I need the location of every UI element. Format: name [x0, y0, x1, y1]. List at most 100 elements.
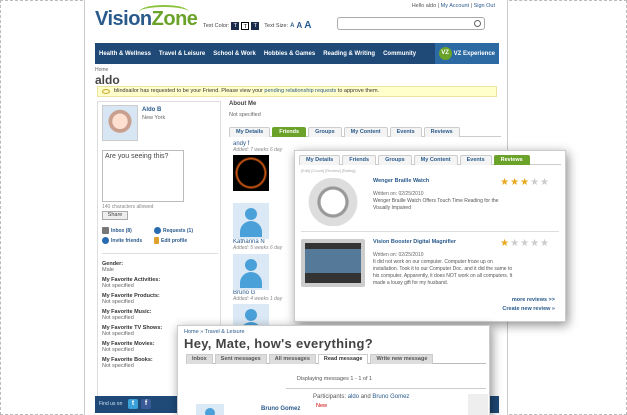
- reviews-meta: [Edit] [Count] [Review] [Rating]: [301, 168, 356, 173]
- share-button[interactable]: Share: [102, 211, 128, 220]
- char-count: 140 characters allowed: [102, 204, 154, 210]
- tab-my-details[interactable]: My Details: [299, 155, 341, 165]
- top-links: Hello aldo | My Account | Sign Out: [411, 3, 495, 9]
- tab-friends[interactable]: Friends: [272, 127, 307, 137]
- review-title[interactable]: Wenger Braille Watch: [373, 178, 429, 184]
- fact-value: Not specified: [102, 283, 134, 289]
- tab-friends[interactable]: Friends: [342, 155, 377, 165]
- tab-events[interactable]: Events: [389, 127, 422, 137]
- sender-avatar[interactable]: [196, 404, 224, 415]
- participant-link[interactable]: Bruno Gomez: [372, 394, 409, 400]
- tab-reviews[interactable]: Reviews: [423, 127, 460, 137]
- find-us-label: Find us on: [99, 401, 123, 407]
- tab-my-content[interactable]: My Content: [413, 155, 458, 165]
- facebook-icon[interactable]: f: [141, 399, 151, 409]
- nav-hobbies[interactable]: Hobbies & Games: [260, 51, 319, 57]
- nav-travel[interactable]: Travel & Leisure: [155, 51, 209, 57]
- invite-friends-link[interactable]: Invite friends: [102, 237, 146, 244]
- star-icon: ★: [520, 177, 530, 188]
- review-title[interactable]: Vision Booster Digital Magnifier: [373, 239, 456, 245]
- tab-all-messages[interactable]: All messages: [268, 354, 316, 364]
- main-nav: Health & Wellness Travel & Leisure Schoo…: [95, 43, 499, 64]
- tab-events[interactable]: Events: [459, 155, 492, 165]
- search-input[interactable]: [337, 17, 485, 30]
- tab-my-content[interactable]: My Content: [343, 127, 388, 137]
- friend-item[interactable]: Katharina N Added: 5 weeks 6 day: [233, 203, 303, 251]
- tab-sent-messages[interactable]: Sent messages: [214, 354, 267, 364]
- avatar[interactable]: [102, 105, 138, 141]
- fact-value: Not specified: [102, 299, 134, 305]
- tab-my-details[interactable]: My Details: [229, 127, 271, 137]
- rating-stars: ★ ★ ★ ★ ★: [500, 239, 549, 249]
- review-date: Written on: 02/25/2010: [373, 191, 424, 197]
- text-color-navy[interactable]: T: [251, 21, 260, 30]
- tab-groups[interactable]: Groups: [378, 155, 412, 165]
- profile-name[interactable]: Aldo B: [142, 107, 161, 113]
- friend-request-notice: blindsailor has requested to be your Fri…: [97, 86, 497, 97]
- text-size-large[interactable]: A: [304, 20, 311, 31]
- requests-link[interactable]: Requests (1): [154, 227, 198, 234]
- my-account-link[interactable]: My Account: [441, 3, 469, 9]
- inbox-link[interactable]: Inbox (8): [102, 227, 146, 234]
- nav-community[interactable]: Community: [379, 51, 420, 57]
- tab-write-new-message[interactable]: Write new message: [370, 354, 434, 364]
- text-color-black[interactable]: T: [231, 21, 240, 30]
- pending-requests-link[interactable]: pending relationship requests: [264, 88, 336, 94]
- friend-photo[interactable]: [233, 155, 269, 191]
- fact-value: Male: [102, 267, 114, 273]
- review-item: Vision Booster Digital Magnifier Written…: [301, 239, 559, 303]
- friend-added: Added: 5 weeks 6 day: [233, 245, 283, 251]
- friend-photo[interactable]: [233, 254, 269, 290]
- star-icon: ★: [500, 177, 510, 188]
- reviews-popup: My Details Friends Groups My Content Eve…: [294, 150, 566, 322]
- twitter-icon[interactable]: t: [128, 399, 138, 409]
- plus-icon: [154, 227, 161, 234]
- more-reviews-link[interactable]: more reviews >>: [502, 297, 555, 303]
- text-color-dark[interactable]: T: [241, 21, 250, 30]
- star-icon: ★: [530, 177, 540, 188]
- sign-out-link[interactable]: Sign Out: [474, 3, 495, 9]
- star-icon: ★: [530, 238, 540, 249]
- nav-reading[interactable]: Reading & Writing: [319, 51, 379, 57]
- star-icon: ★: [540, 177, 549, 188]
- edit-profile-link[interactable]: Edit profile: [154, 237, 198, 244]
- text-color-label: Text Color:: [203, 22, 230, 29]
- star-icon: ★: [520, 238, 530, 249]
- text-size-medium[interactable]: A: [296, 21, 302, 30]
- create-review-link[interactable]: Create new review »: [502, 306, 555, 312]
- profile-tabs: My Details Friends Groups My Content Eve…: [229, 127, 501, 137]
- participant-link[interactable]: aldo: [348, 394, 359, 400]
- product-image[interactable]: [301, 239, 365, 287]
- displaying-count: Displaying messages 1 - 1 of 1: [296, 376, 373, 382]
- search-icon[interactable]: [474, 20, 481, 27]
- profile-links: Inbox (8) Requests (1) Invite friends Ed…: [102, 227, 218, 247]
- friend-added: Added: 4 weeks 1 day: [233, 296, 283, 302]
- breadcrumb[interactable]: Home » Travel & Leisure: [184, 329, 245, 335]
- friend-photo[interactable]: [233, 203, 269, 239]
- nav-school[interactable]: School & Work: [209, 51, 260, 57]
- review-links: more reviews >> Create new review »: [502, 297, 555, 312]
- text-options: Text Color: T T T Text Size: A A A: [203, 20, 312, 31]
- nav-health[interactable]: Health & Wellness: [95, 51, 155, 57]
- friend-added: Added: 7 weeks 6 day: [233, 147, 283, 153]
- review-item: Wenger Braille Watch Written on: 02/25/2…: [301, 178, 559, 242]
- sender-name[interactable]: Bruno Gomez: [261, 406, 300, 412]
- page-title: aldo: [95, 73, 120, 87]
- status-textarea[interactable]: Are you seeing this?: [102, 150, 184, 202]
- people-icon: [102, 237, 109, 244]
- pencil-icon: [154, 237, 159, 244]
- nav-vz-experience[interactable]: VZ VZ Experience: [434, 43, 499, 64]
- scroll-area: [468, 394, 488, 415]
- product-image[interactable]: [301, 178, 365, 226]
- text-size-small[interactable]: A: [290, 23, 294, 29]
- new-badge: New: [316, 403, 328, 409]
- tab-inbox[interactable]: Inbox: [186, 354, 213, 364]
- logo-swoosh: [139, 5, 189, 19]
- participants: Participants: aldo and Bruno Gomez: [313, 394, 410, 400]
- tab-reviews[interactable]: Reviews: [493, 155, 530, 165]
- profile-location: New York: [142, 115, 166, 121]
- tab-groups[interactable]: Groups: [308, 127, 342, 137]
- text-size-label: Text Size:: [264, 22, 289, 29]
- friend-item[interactable]: andy f Added: 7 weeks 6 day: [233, 141, 303, 191]
- tab-read-message[interactable]: Read message: [317, 354, 369, 364]
